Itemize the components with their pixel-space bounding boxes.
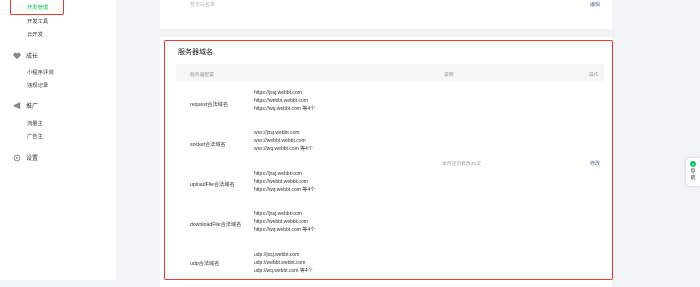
remaining-changes-note: 本月还可修改45次 [442,162,481,167]
domain-item: https://wq.webbt.com [254,106,301,113]
whitelist-edit-link[interactable]: 编辑 [590,1,600,8]
domain-list-downloadfile: https://jssj.webbt.com https://webbt.web… [254,210,315,235]
sidebar-group-label: 推广 [26,104,39,110]
domain-item: https://wq.webbt.com [254,227,301,234]
sidebar-group-promotion[interactable]: 推广 [12,101,38,110]
row-label-uploadfile: uploadFile合法域名 [190,182,235,188]
domain-item: https://jssj.webbt.com [254,90,302,96]
domain-item: wss://jssj.webbt.com [254,130,300,136]
sidebar-group-settings[interactable]: 设置 [12,153,38,162]
domain-item: udp://webbt.webbt.com [254,260,306,267]
domain-item: udp://jssj.webbt.com [254,252,300,258]
table-header [176,64,604,81]
modify-link[interactable]: 修改 [590,160,600,167]
domain-item: https://webbt.webbt.com [254,98,308,105]
sidebar-item-advertiser[interactable]: 广告主 [27,132,43,140]
domain-list-socket: wss://jssj.webbt.com wss://webbt.webbt.c… [254,129,313,154]
section-title: 服务器域名 [178,49,213,56]
floating-nav-label-line2: 航 [690,175,696,181]
sidebar: 开发管理 开发工具 云开发 成长 小程序评测 违规记录 推广 流量主 广告主 设… [0,0,116,280]
sidebar-item-dev-management[interactable]: 开发管理 [27,3,48,11]
sidebar-item-traffic-owner[interactable]: 流量主 [27,119,43,127]
row-label-downloadfile: downloadFile合法域名 [190,222,242,228]
row-label-request: request合法域名 [190,102,229,108]
domain-item: https://jssj.webbt.com [254,211,302,217]
column-header-type: 服务器配置 [190,73,214,78]
domain-list-udp: udp://jssj.webbt.com udp://webbt.webbt.c… [254,251,313,276]
domain-more-count: 等4个 [302,227,316,234]
sidebar-group-label: 成长 [26,54,39,60]
whitelist-card: 暂无白名单 编辑 [160,0,612,29]
floating-nav-label: 导 航 [690,169,695,181]
domain-more-count: 等4个 [299,268,313,275]
domain-item: wss://wq.webbt.com [254,146,299,153]
domain-list-uploadfile: https://jssj.webbt.com https://webbt.web… [254,170,315,195]
domain-more-count: 等4个 [300,146,313,153]
whitelist-empty-text: 暂无白名单 [190,2,216,8]
domain-more-count: 等4个 [302,187,316,194]
domain-list-request: https://jssj.webbt.com https://webbt.web… [254,89,315,114]
floating-nav-tab[interactable]: ? 导 航 [686,158,700,186]
domain-item: https://wq.webbt.com [254,187,301,194]
settings-icon [12,153,21,162]
domain-item: https://webbt.webbt.com [254,179,308,186]
heart-icon [12,51,21,60]
column-header-remaining: 说明 [444,73,454,78]
domain-item: wss://webbt.webbt.com [254,138,306,145]
domain-item: udp://wq.webbt.com [254,268,299,275]
column-header-action: 操作 [589,73,599,78]
sidebar-item-dev-tools[interactable]: 开发工具 [27,17,48,25]
sidebar-group-label: 设置 [26,156,39,162]
row-label-socket: socket合法域名 [190,142,226,148]
domain-more-count: 等4个 [302,106,316,113]
domain-item: https://jssj.webbt.com [254,171,302,177]
sidebar-group-growth[interactable]: 成长 [12,51,38,60]
help-icon: ? [690,161,696,167]
megaphone-icon [12,101,21,110]
sidebar-item-cloud-dev[interactable]: 云开发 [27,30,43,38]
domain-item: https://webbt.webbt.com [254,219,308,226]
sidebar-item-mini-program-review[interactable]: 小程序评测 [27,68,54,76]
row-label-udp: udp合法域名 [190,261,220,267]
sidebar-item-violation-records[interactable]: 违规记录 [27,81,48,89]
